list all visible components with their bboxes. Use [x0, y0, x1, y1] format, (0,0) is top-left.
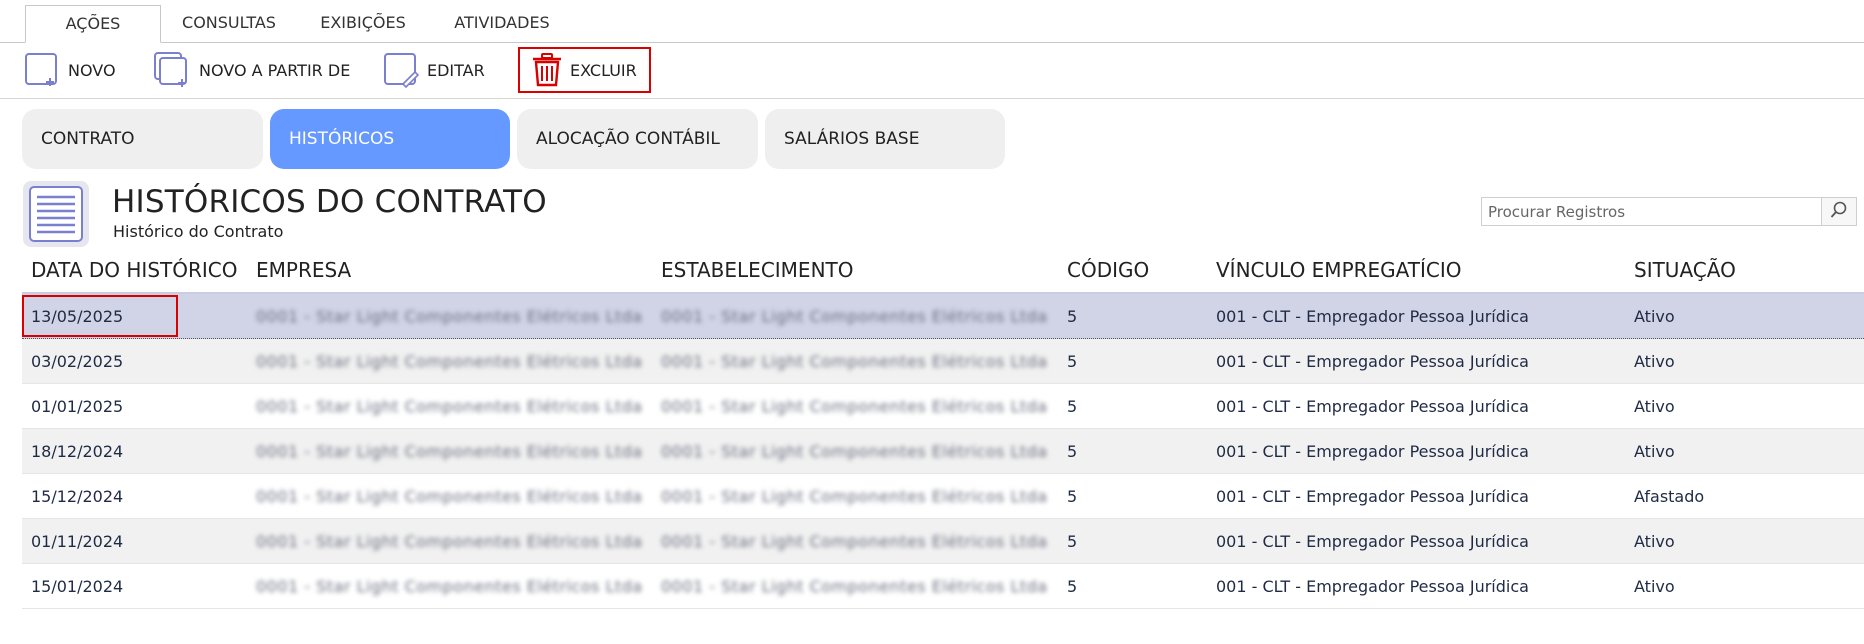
cell-data: 01/01/2025	[31, 397, 124, 416]
menu-bar: AÇÕES CONSULTAS EXIBIÇÕES ATIVIDADES	[0, 0, 1864, 43]
table-body: 13/05/2025 0001 - Star Light Componentes …	[22, 294, 1864, 609]
cell-situacao: Afastado	[1634, 487, 1705, 506]
cell-estabelecimento: 0001 - Star Light Componentes Elétricos …	[661, 577, 1048, 596]
cell-empresa: 0001 - Star Light Componentes Elétricos …	[256, 352, 643, 371]
search-icon	[1830, 201, 1848, 223]
copy-doc-icon	[153, 51, 191, 89]
cell-estabelecimento: 0001 - Star Light Componentes Elétricos …	[661, 532, 1048, 551]
column-header-data[interactable]: DATA DO HISTÓRICO	[31, 258, 237, 282]
cell-vinculo: 001 - CLT - Empregador Pessoa Jurídica	[1216, 397, 1529, 416]
table-row[interactable]: 18/12/2024 0001 - Star Light Componentes …	[22, 429, 1864, 474]
edit-doc-icon	[383, 52, 419, 88]
table-row[interactable]: 15/12/2024 0001 - Star Light Componentes …	[22, 474, 1864, 519]
cell-codigo: 5	[1067, 442, 1078, 461]
cell-empresa: 0001 - Star Light Componentes Elétricos …	[256, 487, 643, 506]
cell-situacao: Ativo	[1634, 442, 1675, 461]
new-from-button[interactable]: NOVO A PARTIR DE	[153, 49, 350, 91]
cell-data: 13/05/2025	[31, 307, 124, 326]
column-header-vinculo[interactable]: VÍNCULO EMPREGATÍCIO	[1216, 258, 1462, 282]
cell-empresa: 0001 - Star Light Componentes Elétricos …	[256, 532, 643, 551]
section-historicos[interactable]: HISTÓRICOS	[270, 109, 510, 169]
table-row[interactable]: 01/11/2024 0001 - Star Light Componentes …	[22, 519, 1864, 564]
table-row[interactable]: 03/02/2025 0001 - Star Light Componentes …	[22, 339, 1864, 384]
cell-estabelecimento: 0001 - Star Light Componentes Elétricos …	[661, 442, 1048, 461]
cell-estabelecimento: 0001 - Star Light Componentes Elétricos …	[661, 307, 1048, 326]
cell-empresa: 0001 - Star Light Componentes Elétricos …	[256, 577, 643, 596]
tab-exibicoes[interactable]: EXIBIÇÕES	[312, 5, 414, 41]
cell-data: 01/11/2024	[31, 532, 124, 551]
table-row[interactable]: 15/01/2024 0001 - Star Light Componentes …	[22, 564, 1864, 609]
new-button[interactable]: NOVO	[24, 49, 116, 91]
cell-empresa: 0001 - Star Light Componentes Elétricos …	[256, 442, 643, 461]
cell-data: 15/01/2024	[31, 577, 124, 596]
tab-atividades[interactable]: ATIVIDADES	[444, 5, 560, 41]
delete-button[interactable]: EXCLUIR	[518, 47, 651, 93]
search-input[interactable]	[1482, 198, 1821, 225]
cell-vinculo: 001 - CLT - Empregador Pessoa Jurídica	[1216, 307, 1529, 326]
cell-situacao: Ativo	[1634, 397, 1675, 416]
delete-button-label: EXCLUIR	[570, 60, 637, 80]
edit-button[interactable]: EDITAR	[383, 49, 485, 91]
cell-empresa: 0001 - Star Light Componentes Elétricos …	[256, 307, 643, 326]
section-contrato[interactable]: CONTRATO	[22, 109, 263, 169]
edit-button-label: EDITAR	[427, 60, 485, 80]
cell-vinculo: 001 - CLT - Empregador Pessoa Jurídica	[1216, 487, 1529, 506]
toolbar: NOVO NOVO A PARTIR DE EDITAR EXCLUIR	[0, 43, 1864, 99]
cell-situacao: Ativo	[1634, 307, 1675, 326]
cell-codigo: 5	[1067, 487, 1078, 506]
new-doc-icon	[24, 52, 60, 88]
cell-situacao: Ativo	[1634, 352, 1675, 371]
cell-codigo: 5	[1067, 397, 1078, 416]
cell-data: 18/12/2024	[31, 442, 124, 461]
cell-vinculo: 001 - CLT - Empregador Pessoa Jurídica	[1216, 577, 1529, 596]
cell-codigo: 5	[1067, 532, 1078, 551]
new-button-label: NOVO	[68, 60, 116, 80]
column-header-situacao[interactable]: SITUAÇÃO	[1634, 258, 1736, 282]
cell-codigo: 5	[1067, 577, 1078, 596]
cell-codigo: 5	[1067, 352, 1078, 371]
section-alocacao-contabil[interactable]: ALOCAÇÃO CONTÁBIL	[517, 109, 758, 169]
section-salarios-base[interactable]: SALÁRIOS BASE	[765, 109, 1005, 169]
new-from-button-label: NOVO A PARTIR DE	[199, 60, 351, 80]
cell-situacao: Ativo	[1634, 532, 1675, 551]
cell-data: 15/12/2024	[31, 487, 124, 506]
cell-vinculo: 001 - CLT - Empregador Pessoa Jurídica	[1216, 532, 1529, 551]
table-row[interactable]: 01/01/2025 0001 - Star Light Componentes …	[22, 384, 1864, 429]
column-header-empresa[interactable]: EMPRESA	[256, 258, 351, 282]
cell-vinculo: 001 - CLT - Empregador Pessoa Jurídica	[1216, 352, 1529, 371]
cell-vinculo: 001 - CLT - Empregador Pessoa Jurídica	[1216, 442, 1529, 461]
cell-estabelecimento: 0001 - Star Light Componentes Elétricos …	[661, 352, 1048, 371]
page-subtitle: Histórico do Contrato	[113, 222, 284, 241]
search-button[interactable]	[1821, 198, 1856, 225]
search-box	[1481, 197, 1857, 226]
column-header-estabelecimento[interactable]: ESTABELECIMENTO	[661, 258, 854, 282]
cell-empresa: 0001 - Star Light Componentes Elétricos …	[256, 397, 643, 416]
tab-consultas[interactable]: CONSULTAS	[174, 5, 284, 41]
cell-estabelecimento: 0001 - Star Light Componentes Elétricos …	[661, 397, 1048, 416]
tab-acoes[interactable]: AÇÕES	[25, 5, 161, 43]
cell-estabelecimento: 0001 - Star Light Componentes Elétricos …	[661, 487, 1048, 506]
cell-codigo: 5	[1067, 307, 1078, 326]
history-document-icon	[23, 181, 89, 247]
page-title: HISTÓRICOS DO CONTRATO	[112, 184, 547, 220]
cell-situacao: Ativo	[1634, 577, 1675, 596]
cell-data: 03/02/2025	[31, 352, 124, 371]
trash-icon	[532, 53, 562, 87]
table-row[interactable]: 13/05/2025 0001 - Star Light Componentes …	[22, 294, 1864, 339]
column-header-codigo[interactable]: CÓDIGO	[1067, 258, 1149, 282]
table-header: DATA DO HISTÓRICO EMPRESA ESTABELECIMENT…	[22, 254, 1864, 294]
history-table: DATA DO HISTÓRICO EMPRESA ESTABELECIMENT…	[22, 254, 1864, 609]
